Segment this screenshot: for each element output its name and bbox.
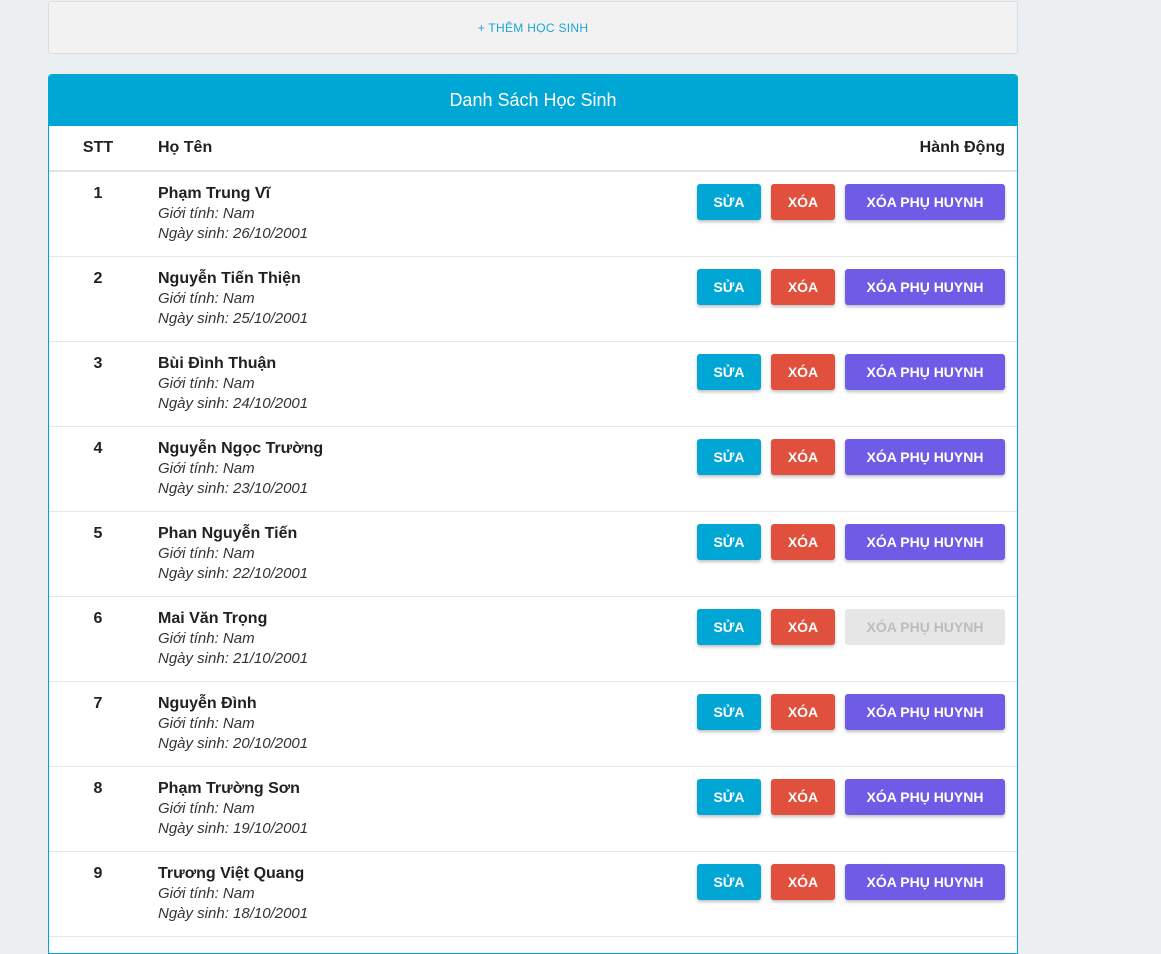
student-info: Mai Văn Trọng Giới tính: Nam Ngày sinh: … xyxy=(145,609,687,669)
delete-button[interactable]: XÓA xyxy=(771,864,835,900)
edit-button[interactable]: SỬA xyxy=(697,864,761,900)
student-info: Nguyễn Tiến Thiện Giới tính: Nam Ngày si… xyxy=(145,269,687,329)
student-gender: Giới tính: Nam xyxy=(158,290,255,307)
student-stt: 8 xyxy=(93,780,103,797)
column-header-name: Họ Tên xyxy=(158,139,213,156)
delete-parent-button[interactable]: XÓA PHỤ HUYNH xyxy=(845,439,1005,475)
edit-button[interactable]: SỬA xyxy=(697,524,761,560)
student-stt: 3 xyxy=(93,355,103,372)
delete-parent-button[interactable]: XÓA PHỤ HUYNH xyxy=(845,269,1005,305)
edit-button[interactable]: SỬA xyxy=(697,269,761,305)
row-actions: SỬA XÓA XÓA PHỤ HUYNH xyxy=(687,779,1017,815)
table-row: 9 Trương Việt Quang Giới tính: Nam Ngày … xyxy=(49,852,1017,937)
student-dob: Ngày sinh: 25/10/2001 xyxy=(158,310,309,327)
student-gender: Giới tính: Nam xyxy=(158,545,255,562)
student-gender: Giới tính: Nam xyxy=(158,715,255,732)
add-student-bar: + THÊM HỌC SINH xyxy=(48,1,1018,54)
row-actions: SỬA XÓA XÓA PHỤ HUYNH xyxy=(687,184,1017,220)
add-student-button[interactable]: + THÊM HỌC SINH xyxy=(478,21,589,35)
student-dob: Ngày sinh: 23/10/2001 xyxy=(158,480,309,497)
edit-button[interactable]: SỬA xyxy=(697,694,761,730)
column-header-actions: Hành Động xyxy=(919,139,1005,156)
student-gender: Giới tính: Nam xyxy=(158,375,255,392)
delete-parent-button[interactable]: XÓA PHỤ HUYNH xyxy=(845,184,1005,220)
student-dob: Ngày sinh: 24/10/2001 xyxy=(158,395,309,412)
student-stt: 7 xyxy=(93,695,103,712)
student-dob: Ngày sinh: 18/10/2001 xyxy=(158,905,309,922)
student-gender: Giới tính: Nam xyxy=(158,460,255,477)
student-name: Trương Việt Quang xyxy=(158,865,305,882)
student-stt: 9 xyxy=(93,865,103,882)
student-info: Phạm Trung Vĩ Giới tính: Nam Ngày sinh: … xyxy=(145,184,687,244)
student-stt: 2 xyxy=(93,270,103,287)
student-stt: 4 xyxy=(93,440,103,457)
table-row: 7 Nguyễn Đình Giới tính: Nam Ngày sinh: … xyxy=(49,682,1017,767)
delete-button[interactable]: XÓA xyxy=(771,269,835,305)
student-dob: Ngày sinh: 21/10/2001 xyxy=(158,650,309,667)
student-stt: 5 xyxy=(93,525,103,542)
column-header-stt: STT xyxy=(82,139,114,156)
student-gender: Giới tính: Nam xyxy=(158,630,255,647)
delete-button[interactable]: XÓA xyxy=(771,609,835,645)
table-row: 1 Phạm Trung Vĩ Giới tính: Nam Ngày sinh… xyxy=(49,172,1017,257)
table-row: 3 Bùi Đình Thuận Giới tính: Nam Ngày sin… xyxy=(49,342,1017,427)
student-info: Phạm Trường Sơn Giới tính: Nam Ngày sinh… xyxy=(145,779,687,839)
delete-button[interactable]: XÓA xyxy=(771,354,835,390)
delete-parent-button[interactable]: XÓA PHỤ HUYNH xyxy=(845,779,1005,815)
student-info: Bùi Đình Thuận Giới tính: Nam Ngày sinh:… xyxy=(145,354,687,414)
row-actions: SỬA XÓA XÓA PHỤ HUYNH xyxy=(687,354,1017,390)
student-dob: Ngày sinh: 20/10/2001 xyxy=(158,735,309,752)
student-stt: 6 xyxy=(93,610,103,627)
table-row: 8 Phạm Trường Sơn Giới tính: Nam Ngày si… xyxy=(49,767,1017,852)
delete-button[interactable]: XÓA xyxy=(771,694,835,730)
student-dob: Ngày sinh: 19/10/2001 xyxy=(158,820,309,837)
student-name: Phan Nguyễn Tiến xyxy=(158,525,298,542)
student-dob: Ngày sinh: 22/10/2001 xyxy=(158,565,309,582)
student-dob: Ngày sinh: 26/10/2001 xyxy=(158,225,309,242)
delete-button[interactable]: XÓA xyxy=(771,439,835,475)
student-name: Nguyễn Ngọc Trường xyxy=(158,440,324,457)
student-stt: 1 xyxy=(93,185,103,202)
student-name: Bùi Đình Thuận xyxy=(158,355,277,372)
row-actions: SỬA XÓA XÓA PHỤ HUYNH xyxy=(687,609,1017,645)
table-header: STT Họ Tên Hành Động xyxy=(49,126,1017,172)
student-name: Phạm Trường Sơn xyxy=(158,780,300,797)
row-actions: SỬA XÓA XÓA PHỤ HUYNH xyxy=(687,524,1017,560)
delete-parent-button[interactable]: XÓA PHỤ HUYNH xyxy=(845,524,1005,560)
table-row: 2 Nguyễn Tiến Thiện Giới tính: Nam Ngày … xyxy=(49,257,1017,342)
row-actions: SỬA XÓA XÓA PHỤ HUYNH xyxy=(687,694,1017,730)
edit-button[interactable]: SỬA xyxy=(697,439,761,475)
edit-button[interactable]: SỬA xyxy=(697,609,761,645)
delete-button[interactable]: XÓA xyxy=(771,779,835,815)
edit-button[interactable]: SỬA xyxy=(697,779,761,815)
student-info: Trương Việt Quang Giới tính: Nam Ngày si… xyxy=(145,864,687,924)
student-gender: Giới tính: Nam xyxy=(158,800,255,817)
student-list-panel: Danh Sách Học Sinh STT Họ Tên Hành Động … xyxy=(48,74,1018,954)
panel-title: Danh Sách Học Sinh xyxy=(49,75,1017,126)
student-info: Phan Nguyễn Tiến Giới tính: Nam Ngày sin… xyxy=(145,524,687,584)
delete-parent-button[interactable]: XÓA PHỤ HUYNH xyxy=(845,694,1005,730)
table-row: 6 Mai Văn Trọng Giới tính: Nam Ngày sinh… xyxy=(49,597,1017,682)
delete-parent-button[interactable]: XÓA PHỤ HUYNH xyxy=(845,354,1005,390)
student-name: Nguyễn Tiến Thiện xyxy=(158,270,301,287)
table-row: 4 Nguyễn Ngọc Trường Giới tính: Nam Ngày… xyxy=(49,427,1017,512)
student-info: Nguyễn Ngọc Trường Giới tính: Nam Ngày s… xyxy=(145,439,687,499)
delete-button[interactable]: XÓA xyxy=(771,184,835,220)
edit-button[interactable]: SỬA xyxy=(697,354,761,390)
edit-button[interactable]: SỬA xyxy=(697,184,761,220)
student-name: Mai Văn Trọng xyxy=(158,610,268,627)
student-name: Phạm Trung Vĩ xyxy=(158,185,271,202)
student-table-body: 1 Phạm Trung Vĩ Giới tính: Nam Ngày sinh… xyxy=(49,172,1017,937)
student-gender: Giới tính: Nam xyxy=(158,205,255,222)
row-actions: SỬA XÓA XÓA PHỤ HUYNH xyxy=(687,269,1017,305)
row-actions: SỬA XÓA XÓA PHỤ HUYNH xyxy=(687,864,1017,900)
row-actions: SỬA XÓA XÓA PHỤ HUYNH xyxy=(687,439,1017,475)
delete-parent-button: XÓA PHỤ HUYNH xyxy=(845,609,1005,645)
student-info: Nguyễn Đình Giới tính: Nam Ngày sinh: 20… xyxy=(145,694,687,754)
delete-button[interactable]: XÓA xyxy=(771,524,835,560)
student-gender: Giới tính: Nam xyxy=(158,885,255,902)
table-row: 5 Phan Nguyễn Tiến Giới tính: Nam Ngày s… xyxy=(49,512,1017,597)
student-name: Nguyễn Đình xyxy=(158,695,257,712)
delete-parent-button[interactable]: XÓA PHỤ HUYNH xyxy=(845,864,1005,900)
